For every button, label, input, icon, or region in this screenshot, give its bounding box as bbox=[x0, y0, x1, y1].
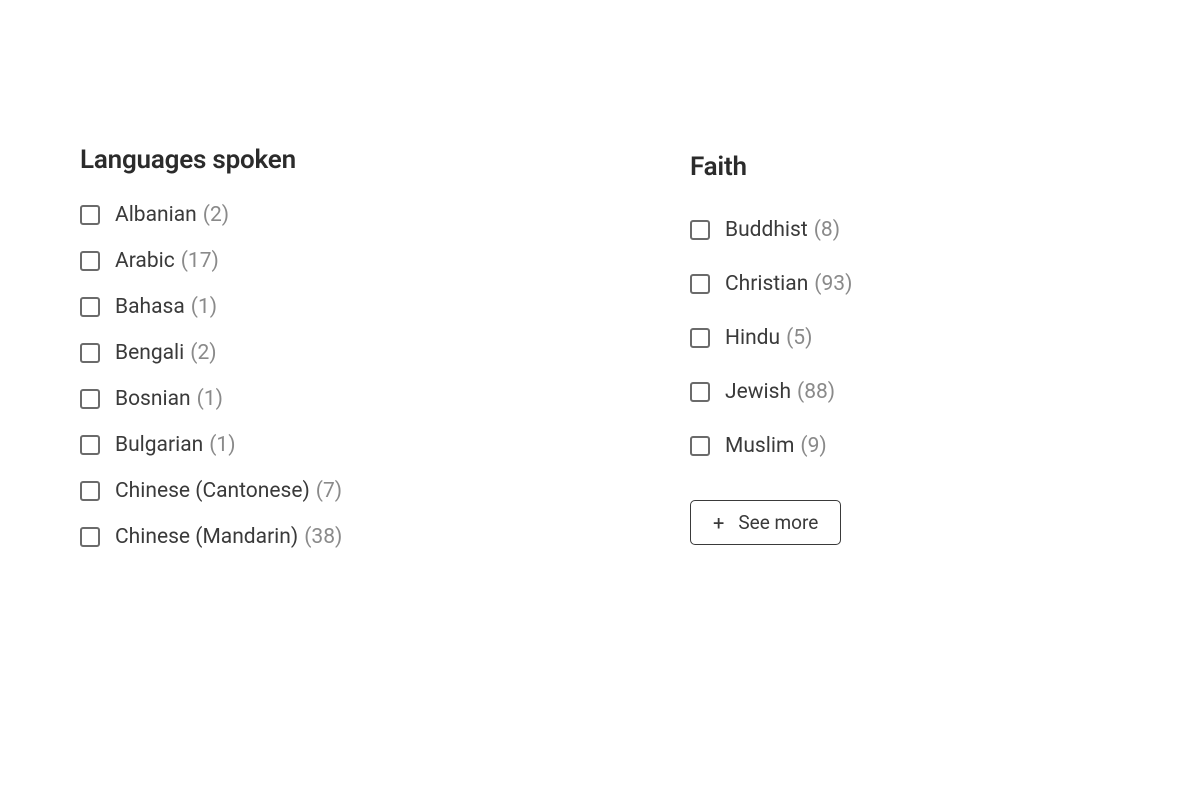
filter-section-faith: Faith Buddhist (8) Christian (93) Hindu … bbox=[690, 152, 1070, 545]
languages-options-list: Albanian (2) Arabic (17) Bahasa (1) Beng… bbox=[80, 203, 520, 549]
faith-option-muslim[interactable]: Muslim (9) bbox=[690, 434, 1070, 458]
option-count: (8) bbox=[814, 218, 840, 242]
checkbox-icon bbox=[80, 343, 100, 363]
checkbox-icon bbox=[80, 389, 100, 409]
plus-icon: + bbox=[713, 513, 724, 533]
option-count: (7) bbox=[316, 479, 342, 503]
option-count: (93) bbox=[814, 272, 852, 296]
option-count: (5) bbox=[786, 326, 812, 350]
language-option-chinese-mandarin[interactable]: Chinese (Mandarin) (38) bbox=[80, 525, 520, 549]
option-label: Muslim bbox=[725, 434, 794, 458]
option-label: Jewish bbox=[725, 380, 791, 404]
option-count: (9) bbox=[800, 434, 826, 458]
faith-option-christian[interactable]: Christian (93) bbox=[690, 272, 1070, 296]
checkbox-icon bbox=[690, 436, 710, 456]
language-option-albanian[interactable]: Albanian (2) bbox=[80, 203, 520, 227]
option-label: Hindu bbox=[725, 326, 780, 350]
checkbox-icon bbox=[80, 205, 100, 225]
option-count: (1) bbox=[191, 295, 217, 319]
language-option-bosnian[interactable]: Bosnian (1) bbox=[80, 387, 520, 411]
language-option-chinese-cantonese[interactable]: Chinese (Cantonese) (7) bbox=[80, 479, 520, 503]
language-option-bengali[interactable]: Bengali (2) bbox=[80, 341, 520, 365]
option-label: Bulgarian bbox=[115, 433, 203, 457]
option-label: Arabic bbox=[115, 249, 175, 273]
option-count: (2) bbox=[203, 203, 229, 227]
option-label: Chinese (Cantonese) bbox=[115, 479, 310, 503]
option-count: (1) bbox=[209, 433, 235, 457]
checkbox-icon bbox=[80, 481, 100, 501]
languages-heading: Languages spoken bbox=[80, 145, 520, 175]
option-count: (17) bbox=[181, 249, 219, 273]
checkbox-icon bbox=[80, 297, 100, 317]
option-label: Bengali bbox=[115, 341, 184, 365]
checkbox-icon bbox=[80, 251, 100, 271]
option-label: Buddhist bbox=[725, 218, 808, 242]
checkbox-icon bbox=[80, 435, 100, 455]
option-label: Albanian bbox=[115, 203, 197, 227]
filter-section-languages: Languages spoken Albanian (2) Arabic (17… bbox=[80, 145, 520, 571]
option-count: (1) bbox=[197, 387, 223, 411]
faith-options-list: Buddhist (8) Christian (93) Hindu (5) Je… bbox=[690, 218, 1070, 458]
option-count: (2) bbox=[190, 341, 216, 365]
option-label: Christian bbox=[725, 272, 808, 296]
option-label: Chinese (Mandarin) bbox=[115, 525, 298, 549]
language-option-arabic[interactable]: Arabic (17) bbox=[80, 249, 520, 273]
checkbox-icon bbox=[80, 527, 100, 547]
checkbox-icon bbox=[690, 382, 710, 402]
checkbox-icon bbox=[690, 328, 710, 348]
faith-heading: Faith bbox=[690, 152, 1070, 182]
option-count: (88) bbox=[797, 380, 835, 404]
language-option-bulgarian[interactable]: Bulgarian (1) bbox=[80, 433, 520, 457]
faith-option-jewish[interactable]: Jewish (88) bbox=[690, 380, 1070, 404]
option-count: (38) bbox=[304, 525, 342, 549]
see-more-button[interactable]: + See more bbox=[690, 500, 841, 545]
see-more-label: See more bbox=[738, 511, 818, 534]
language-option-bahasa[interactable]: Bahasa (1) bbox=[80, 295, 520, 319]
option-label: Bahasa bbox=[115, 295, 185, 319]
faith-option-buddhist[interactable]: Buddhist (8) bbox=[690, 218, 1070, 242]
option-label: Bosnian bbox=[115, 387, 191, 411]
checkbox-icon bbox=[690, 274, 710, 294]
faith-option-hindu[interactable]: Hindu (5) bbox=[690, 326, 1070, 350]
checkbox-icon bbox=[690, 220, 710, 240]
